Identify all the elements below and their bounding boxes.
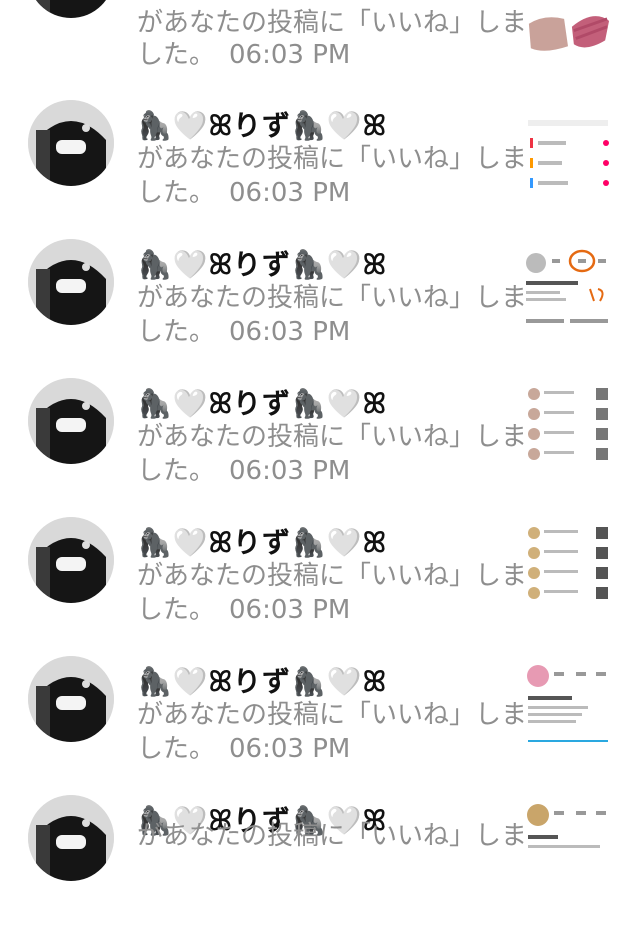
avatar[interactable] <box>28 378 114 464</box>
notification-item[interactable]: 🦍🤍ꕤりず🦍🤍ꕤ があなたの投稿に「いいね」しま した。 06:03 PM <box>0 239 640 378</box>
notification-message-line1: があなたの投稿に「いいね」しま <box>137 283 528 313</box>
avatar[interactable] <box>28 517 114 603</box>
notification-time: 06:03 PM <box>229 178 351 208</box>
notification-message-line1: があなたの投稿に「いいね」しま <box>137 144 528 174</box>
notification-message-line1: があなたの投稿に「いいね」しま <box>137 821 528 851</box>
post-thumbnail[interactable] <box>524 662 612 750</box>
notification-item[interactable]: 🦍🤍ꕤりず🦍🤍ꕤ があなたの投稿に「いいね」しま した。 06:03 PM <box>0 378 640 517</box>
notification-message-line1: があなたの投稿に「いいね」しま <box>137 561 528 591</box>
notification-message-line2: した。 <box>137 40 216 70</box>
notification-time: 06:03 PM <box>229 734 351 764</box>
notification-time: 06:03 PM <box>229 595 351 625</box>
notification-message-line2: した。 <box>137 456 216 486</box>
avatar[interactable] <box>28 239 114 325</box>
notification-message-line2: した。 <box>137 595 216 625</box>
avatar[interactable] <box>28 656 114 742</box>
post-thumbnail[interactable] <box>524 0 612 60</box>
notification-item[interactable]: 🦍🤍ꕤりず🦍🤍ꕤ があなたの投稿に「いいね」しま した。 06:03 PM <box>0 517 640 656</box>
post-thumbnail[interactable] <box>524 523 612 611</box>
post-thumbnail[interactable] <box>524 801 612 889</box>
notification-time: 06:03 PM <box>229 40 351 70</box>
post-thumbnail[interactable] <box>524 245 612 333</box>
avatar[interactable] <box>28 0 114 18</box>
notification-time: 06:03 PM <box>229 317 351 347</box>
avatar[interactable] <box>28 100 114 186</box>
notification-message-line2: した。 <box>137 317 216 347</box>
notification-time: 06:03 PM <box>229 456 351 486</box>
notification-item[interactable]: 🦍🤍ꕤりず🦍🤍ꕤ があなたの投稿に「いいね」しま した。 06:03 PM <box>0 100 640 239</box>
notification-message-line1: があなたの投稿に「いいね」しま <box>137 700 528 730</box>
notification-message-line2: した。 <box>137 734 216 764</box>
notification-item[interactable]: 🦍🤍ꕤりず🦍🤍ꕤ があなたの投稿に「いいね」しま した。 06:03 PM <box>0 656 640 795</box>
notification-message-line2: した。 <box>137 178 216 208</box>
notification-item[interactable]: 🦍🤍ꕤりず🦍🤍ꕤ があなたの投稿に「いいね」しま <box>0 795 640 934</box>
notification-message-line1: があなたの投稿に「いいね」しま <box>137 422 528 452</box>
post-thumbnail[interactable] <box>524 114 612 202</box>
post-thumbnail[interactable] <box>524 384 612 472</box>
avatar[interactable] <box>28 795 114 881</box>
